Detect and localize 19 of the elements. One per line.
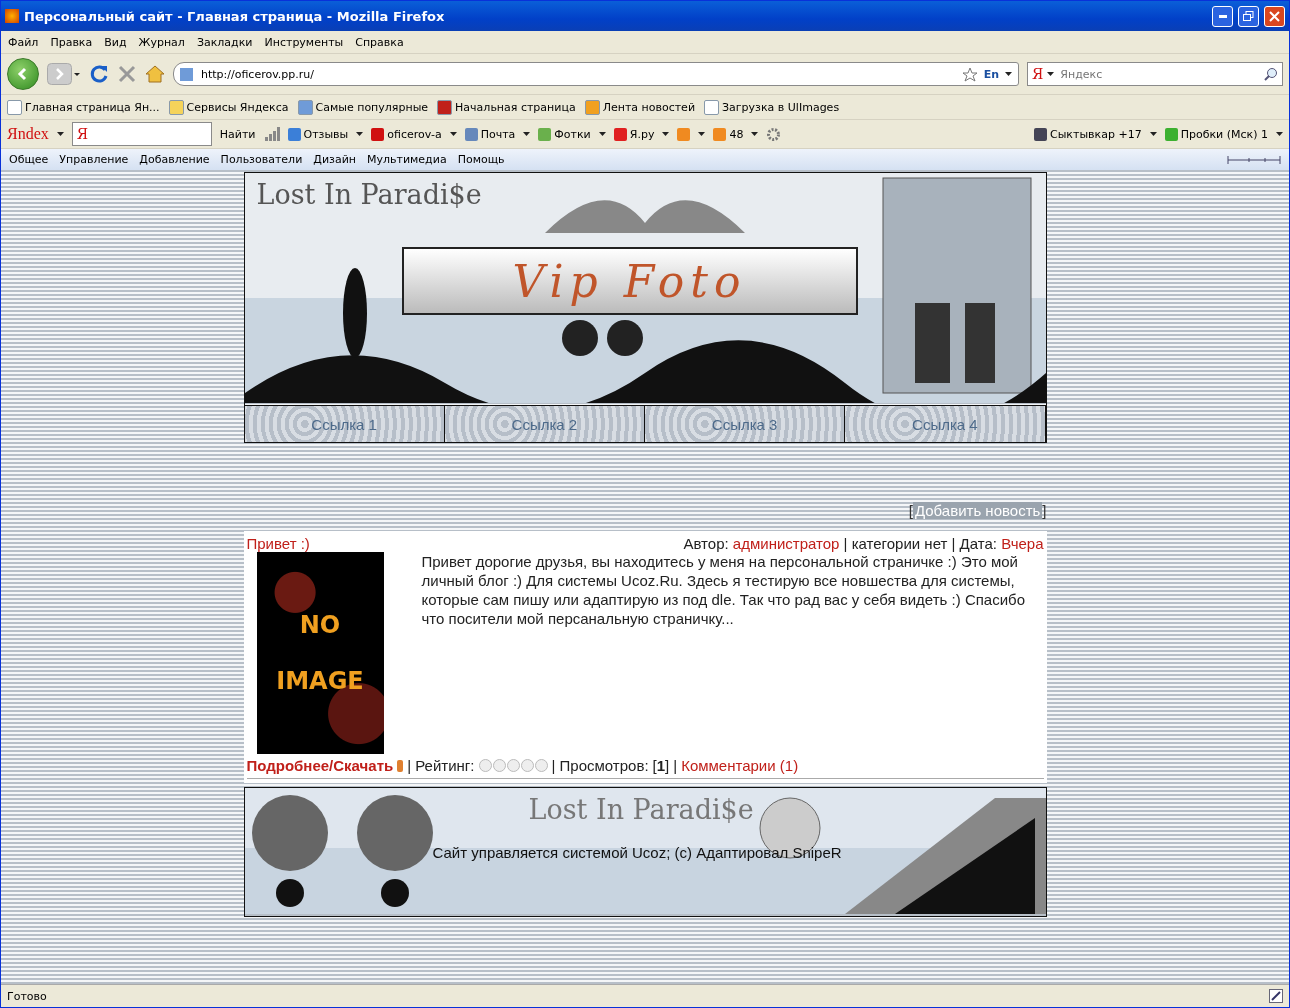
- footer-text: Сайт управляется системой Ucoz; (c) Адаптировал SnipeR: [432, 844, 842, 861]
- window-title: Персональный сайт - Главная страница - Mozilla Firefox: [24, 8, 446, 24]
- author-label: Автор:: [683, 535, 730, 552]
- no-image-text: NO IMAGE: [275, 610, 365, 697]
- site-logo: Lost In Paradi$e: [256, 179, 482, 210]
- category-label: | категории нет | Дата:: [842, 535, 998, 552]
- status-text: Готово: [7, 989, 47, 1003]
- post-date: Вчера: [1001, 535, 1044, 552]
- bracket: [: [908, 502, 913, 519]
- post-text: Привет дорогие друзья, вы находитесь у меня на персональной страничке :) Это мой личный блог :) Для системы Ucoz.Ru. Здесь я тестирую все новшества для системы, которые сам пишу или адаптирую из под dle. Так что рад вас у себя видеть :) Спасибо что посители мой персанальную страничку...: [421, 552, 1026, 629]
- yandex-field-logo: Я: [76, 126, 89, 142]
- footer-logo: Lost In Paradi$e: [528, 794, 754, 825]
- bracket: ]: [1042, 502, 1047, 519]
- language-indicator: En: [983, 67, 999, 81]
- rating-label: | Рейтинг:: [407, 757, 475, 774]
- separator: |: [673, 757, 678, 774]
- views-count: [1]: [652, 757, 670, 774]
- banner-title: Vip Foto: [401, 247, 858, 315]
- views-label: | Просмотров:: [551, 757, 649, 774]
